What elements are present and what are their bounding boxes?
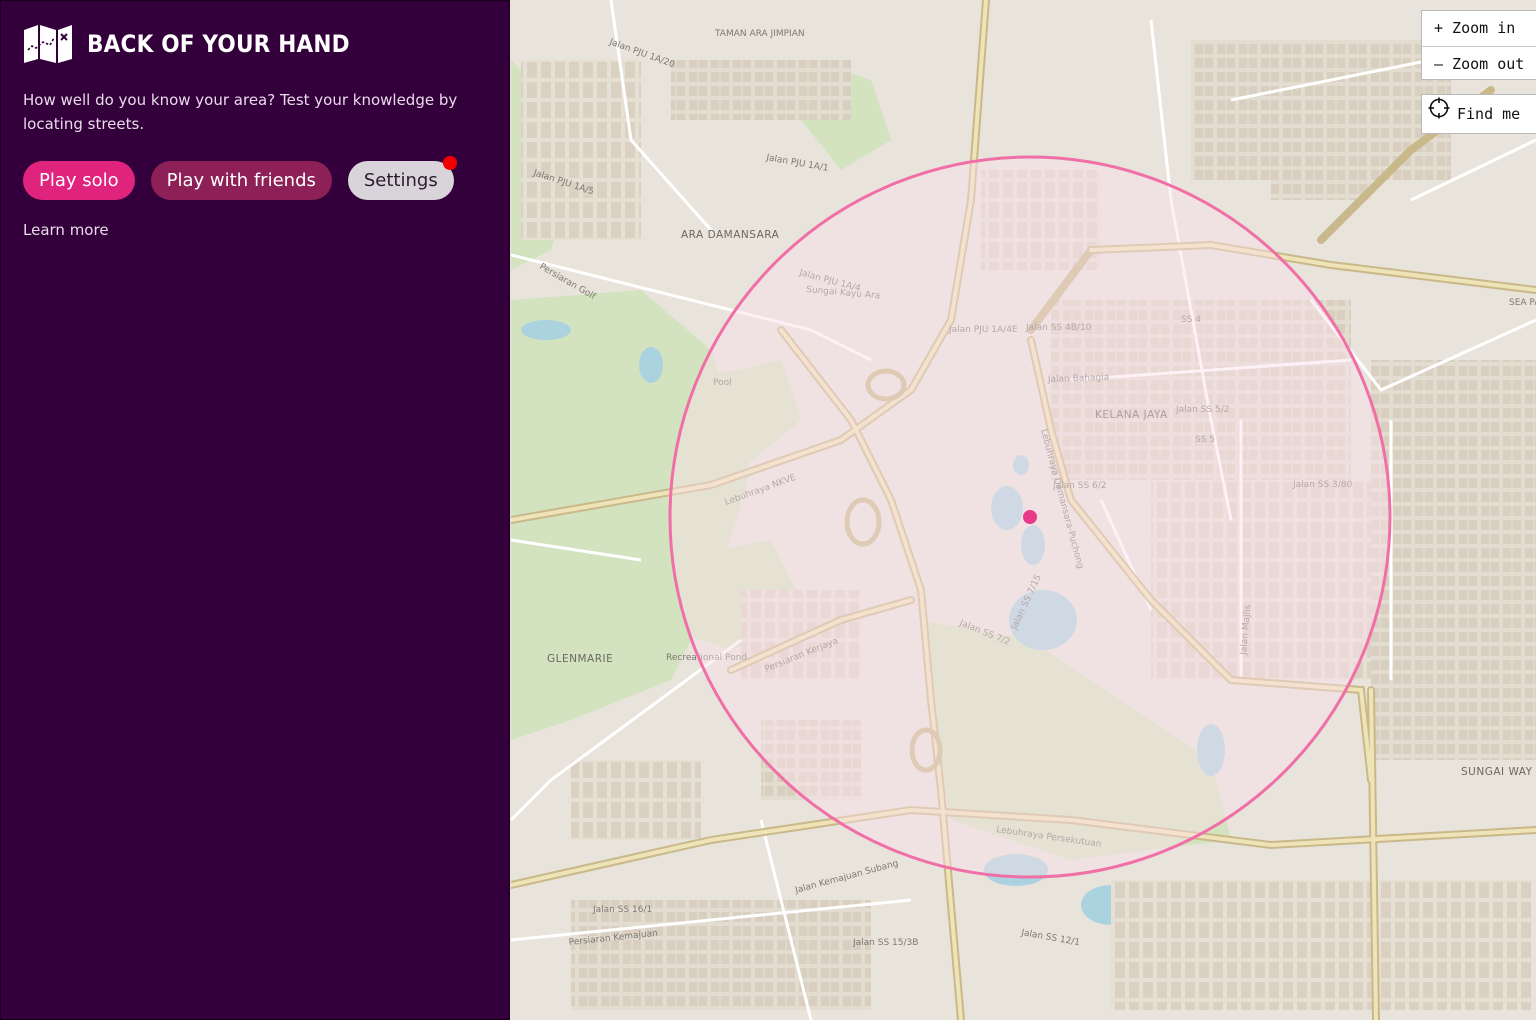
learn-more-link[interactable]: Learn more [23, 221, 109, 239]
settings-button[interactable]: Settings [347, 156, 457, 200]
sidebar: BACK OF YOUR HAND How well do you know y… [0, 0, 510, 1020]
find-me-button[interactable]: Find me [1421, 94, 1536, 134]
road-label: Jalan SS 16/1 [592, 905, 652, 915]
road-label: Jalan SS 15/3B [852, 938, 918, 948]
zoom-out-button[interactable]: – Zoom out [1422, 46, 1536, 82]
area-label: GLENMARIE [547, 653, 613, 665]
play-solo-button[interactable]: Play solo [23, 161, 135, 200]
road-label: SEA PARK [1509, 298, 1536, 308]
zoom-controls: + Zoom in – Zoom out [1421, 10, 1536, 80]
app-title: BACK OF YOUR HAND [87, 30, 350, 58]
map-canvas[interactable]: ARA DAMANSARA KELANA JAYA GLENMARIE SUNG… [511, 0, 1536, 1020]
brand: BACK OF YOUR HAND [23, 24, 379, 64]
area-label: SUNGAI WAY [1461, 766, 1533, 778]
notification-badge [442, 156, 457, 170]
zoom-in-button[interactable]: + Zoom in [1422, 11, 1536, 46]
find-me-label: Find me [1457, 105, 1521, 123]
center-marker [1023, 510, 1037, 524]
mode-buttons: Play solo Play with friends Settings [23, 156, 457, 200]
map[interactable]: ARA DAMANSARA KELANA JAYA GLENMARIE SUNG… [511, 0, 1536, 1020]
play-with-friends-button[interactable]: Play with friends [150, 161, 332, 200]
folded-map-icon [23, 24, 73, 64]
tagline: How well do you know your area? Test you… [23, 91, 458, 133]
crosshair-icon [1428, 94, 1457, 134]
settings-label: Settings [363, 170, 438, 191]
area-label: ARA DAMANSARA [681, 229, 780, 241]
area-label: TAMAN ARA JIMPIAN [714, 29, 805, 39]
